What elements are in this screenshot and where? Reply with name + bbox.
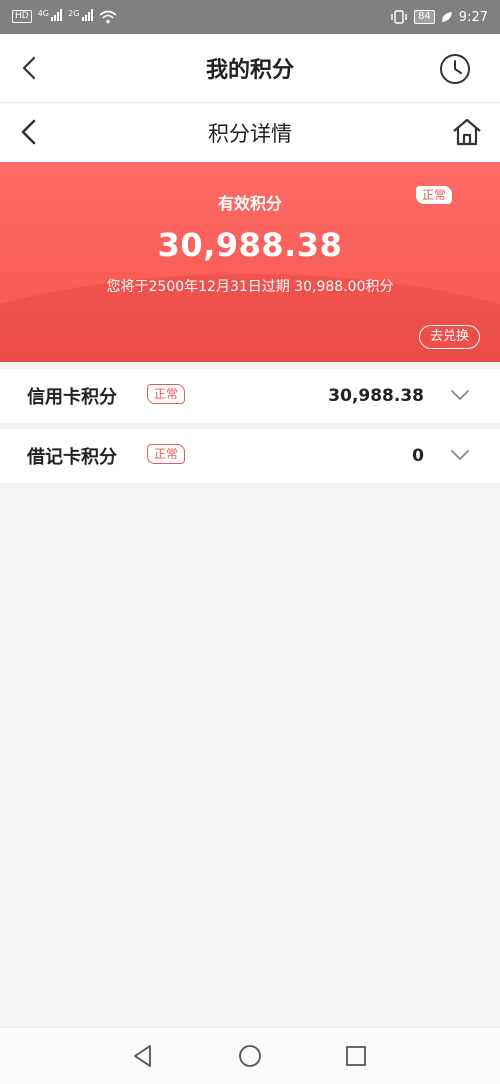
status-left: HD 4G 2G bbox=[12, 9, 117, 25]
leaf-icon bbox=[441, 12, 452, 22]
system-nav-bar bbox=[0, 1027, 500, 1084]
clock-icon[interactable] bbox=[438, 52, 472, 86]
points-summary-card: 有效积分 正常 30,988.38 您将于2500年12月31日过期 30,98… bbox=[0, 162, 500, 362]
hd-badge: HD bbox=[12, 10, 32, 24]
status-badge: 正常 bbox=[147, 384, 186, 404]
status-right: 84 9:27 bbox=[390, 10, 488, 25]
nav-recents-icon[interactable] bbox=[342, 1042, 370, 1070]
credit-card-points-row[interactable]: 信用卡积分 正常 30,988.38 bbox=[0, 369, 500, 423]
nav-back-icon[interactable] bbox=[129, 1042, 157, 1070]
row-value: 0 bbox=[412, 446, 424, 466]
back-icon[interactable] bbox=[14, 52, 46, 84]
network-4g: 4G bbox=[37, 8, 63, 25]
network-2g-label: 2G bbox=[68, 8, 80, 18]
status-badge: 正常 bbox=[147, 444, 186, 464]
back-icon[interactable] bbox=[12, 115, 46, 149]
signal-icon bbox=[81, 9, 93, 22]
status-time: 9:27 bbox=[458, 9, 488, 25]
wifi-icon bbox=[99, 10, 117, 24]
home-icon[interactable] bbox=[450, 115, 484, 149]
signal-icon bbox=[51, 9, 63, 22]
points-amount: 30,988.38 bbox=[157, 226, 343, 264]
chevron-down-icon[interactable] bbox=[450, 388, 470, 402]
expiry-note: 您将于2500年12月31日过期 30,988.00积分 bbox=[106, 279, 394, 295]
row-label: 信用卡积分 bbox=[27, 387, 117, 408]
chevron-down-icon[interactable] bbox=[450, 448, 470, 462]
primary-nav-bar: 我的积分 bbox=[0, 34, 500, 103]
secondary-nav-bar: 积分详情 bbox=[0, 103, 500, 162]
vibrate-icon bbox=[391, 10, 407, 24]
row-label: 借记卡积分 bbox=[27, 447, 117, 468]
redeem-button[interactable]: 去兑换 bbox=[418, 325, 480, 349]
nav-home-icon[interactable] bbox=[236, 1042, 264, 1070]
page-title: 我的积分 bbox=[205, 58, 294, 83]
battery-icon: 84 bbox=[414, 10, 435, 24]
debit-card-points-row[interactable]: 借记卡积分 正常 0 bbox=[0, 429, 500, 483]
status-badge: 正常 bbox=[415, 186, 452, 204]
network-2g: 2G bbox=[68, 8, 93, 25]
row-value: 30,988.38 bbox=[328, 386, 424, 406]
network-4g-label: 4G bbox=[37, 8, 49, 18]
section-title: 积分详情 bbox=[208, 121, 292, 146]
status-bar: HD 4G 2G 84 9:27 bbox=[0, 0, 500, 34]
